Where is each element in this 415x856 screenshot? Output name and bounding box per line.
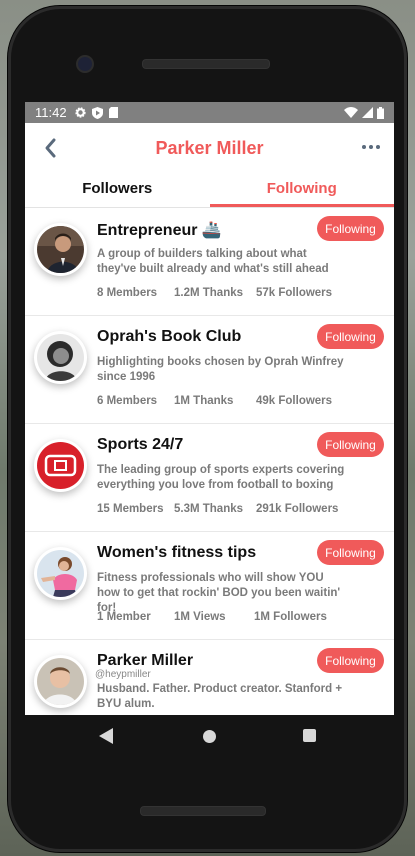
stat-members: 1 Member: [97, 611, 151, 623]
stat-members: 15 Members: [97, 503, 164, 515]
card-description: The leading group of sports experts cove…: [97, 464, 345, 491]
card-title: Parker Miller: [97, 652, 194, 669]
list-item[interactable]: Women's fitness tips Following Fitness p…: [25, 532, 394, 640]
card-stats: 8 Members 1.2M Thanks 57k Followers: [97, 287, 332, 299]
stat-members: 8 Members: [97, 287, 158, 299]
nav-recents-icon[interactable]: [303, 729, 316, 742]
cell-signal-icon: [362, 107, 373, 118]
bottom-speaker: [140, 806, 266, 816]
avatar: [37, 226, 84, 273]
card-title: Oprah's Book Club: [97, 328, 242, 345]
earpiece-speaker: [142, 59, 270, 69]
more-options-button[interactable]: [362, 145, 380, 149]
wifi-icon: [344, 107, 358, 118]
card-description: Highlighting books chosen by Oprah Winfr…: [97, 356, 344, 383]
card-title: Women's fitness tips: [97, 544, 257, 561]
stat-members: 6 Members: [97, 395, 158, 407]
card-stats: 15 Members 5.3M Thanks 291k Followers: [97, 503, 338, 515]
more-dots-icon: [362, 145, 366, 149]
card-description: Husband. Father. Product creator. Stanfo…: [97, 683, 343, 710]
settings-gear-icon: [74, 107, 86, 118]
following-button[interactable]: Following: [317, 648, 384, 673]
card-stats: 6 Members 1M Thanks 49k Followers: [97, 395, 332, 407]
list-item[interactable]: Parker Miller @heypmiller Following Husb…: [25, 640, 394, 715]
stat-thanks: 1M Thanks: [174, 395, 234, 407]
following-list: Entrepreneur 🚢 Following A group of buil…: [25, 208, 394, 715]
front-camera-icon: [76, 55, 94, 73]
card-description: A group of builders talking about what t…: [97, 248, 329, 275]
shield-play-icon: [91, 106, 103, 119]
stat-thanks: 1.2M Thanks: [174, 287, 244, 299]
avatar: [37, 442, 84, 489]
sports-logo-icon: [37, 442, 84, 489]
following-button[interactable]: Following: [317, 216, 384, 241]
stat-followers: 49k Followers: [256, 395, 333, 407]
user-handle: @heypmiller: [95, 669, 151, 680]
system-nav-bar: [25, 715, 394, 757]
card-description: Fitness professionals who will show YOU …: [97, 572, 341, 614]
ship-emoji-icon: 🚢: [201, 222, 222, 239]
stat-followers: 57k Followers: [256, 287, 333, 299]
page-title: Parker Miller: [155, 137, 264, 158]
avatar: [37, 658, 84, 705]
avatar: [37, 334, 84, 381]
stat-views: 1M Views: [174, 611, 226, 623]
battery-icon: [377, 106, 384, 119]
nav-back-icon[interactable]: [99, 728, 113, 744]
tab-following[interactable]: Following: [209, 173, 394, 207]
card-title: Sports 24/7: [97, 436, 184, 453]
list-item[interactable]: Oprah's Book Club Following Highlighting…: [25, 316, 394, 424]
card-stats: 1 Member 1M Views 1M Followers: [97, 611, 327, 623]
sd-card-icon: [108, 107, 118, 118]
app-screen: 11:42 Parker Miller Followers Following: [25, 102, 394, 715]
stat-thanks: 5.3M Thanks: [174, 503, 244, 515]
chevron-left-icon: [45, 138, 56, 158]
tab-bar: Followers Following: [25, 173, 394, 208]
status-time: 11:42: [35, 105, 67, 120]
status-bar: 11:42: [25, 102, 394, 123]
avatar: [37, 550, 84, 597]
tab-followers[interactable]: Followers: [25, 173, 210, 207]
following-button[interactable]: Following: [317, 324, 384, 349]
list-item[interactable]: Sports 24/7 Following The leading group …: [25, 424, 394, 532]
list-item[interactable]: Entrepreneur 🚢 Following A group of buil…: [25, 208, 394, 316]
stat-followers: 1M Followers: [254, 611, 327, 623]
following-button[interactable]: Following: [317, 540, 384, 565]
back-button[interactable]: [39, 136, 63, 160]
card-title: Entrepreneur 🚢: [97, 222, 222, 239]
app-bar: Parker Miller: [25, 123, 394, 173]
following-button[interactable]: Following: [317, 432, 384, 457]
nav-home-icon[interactable]: [203, 730, 216, 743]
stat-followers: 291k Followers: [256, 503, 339, 515]
